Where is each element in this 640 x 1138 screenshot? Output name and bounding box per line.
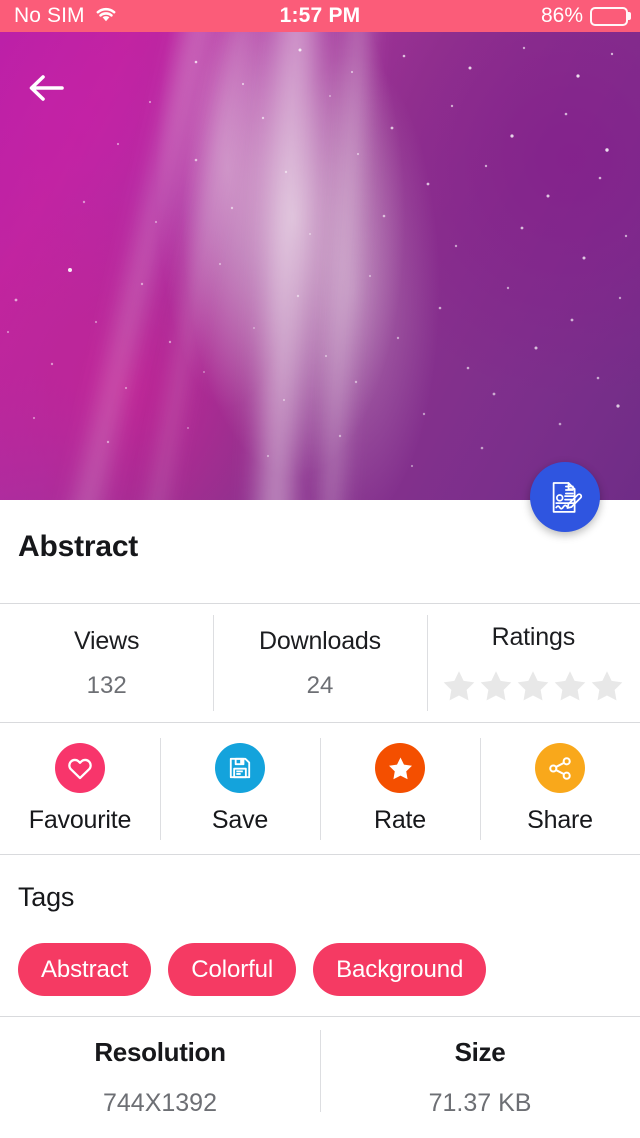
tag-chip[interactable]: Colorful bbox=[168, 943, 297, 996]
status-bar: No SIM 1:57 PM 86% bbox=[0, 0, 640, 32]
star-icon bbox=[592, 670, 623, 700]
stat-value: 132 bbox=[86, 671, 127, 699]
star-icon bbox=[555, 670, 586, 700]
stat-label: Ratings bbox=[491, 622, 576, 651]
metadata-row: Resolution 744X1392 Size 71.37 KB bbox=[0, 1018, 640, 1138]
rating-stars[interactable] bbox=[441, 668, 625, 704]
meta-resolution: Resolution 744X1392 bbox=[0, 1018, 320, 1138]
document-signature-icon bbox=[552, 482, 583, 513]
action-label: Rate bbox=[373, 806, 426, 834]
stat-label: Views bbox=[74, 626, 140, 655]
share-icon bbox=[535, 743, 585, 793]
meta-value: 71.37 KB bbox=[428, 1089, 532, 1117]
meta-size: Size 71.37 KB bbox=[320, 1018, 640, 1138]
status-bar-right: 86% bbox=[541, 4, 628, 28]
tag-chip-list: Abstract Colorful Background bbox=[18, 943, 487, 996]
wallpaper-preview-image[interactable] bbox=[0, 32, 640, 500]
stat-value: 24 bbox=[306, 671, 334, 699]
action-label: Share bbox=[527, 806, 593, 834]
stat-downloads: Downloads 24 bbox=[213, 604, 426, 722]
save-button[interactable]: Save bbox=[160, 724, 320, 854]
share-button[interactable]: Share bbox=[480, 724, 640, 854]
arrow-left-icon bbox=[29, 75, 64, 101]
tag-chip[interactable]: Background bbox=[313, 943, 487, 996]
meta-label: Resolution bbox=[94, 1037, 226, 1067]
favourite-button[interactable]: Favourite bbox=[0, 724, 160, 854]
star-specks bbox=[6, 46, 628, 478]
page-title: Abstract bbox=[18, 530, 139, 563]
battery-percent-label: 86% bbox=[540, 4, 583, 27]
action-label: Save bbox=[211, 806, 269, 834]
tags-heading: Tags bbox=[18, 882, 75, 912]
stat-views: Views 132 bbox=[0, 604, 213, 722]
meta-label: Size bbox=[454, 1037, 506, 1067]
meta-value: 744X1392 bbox=[102, 1089, 217, 1117]
battery-icon bbox=[590, 6, 628, 26]
star-icon bbox=[518, 670, 549, 700]
actions-row: Favourite Save Rate Share bbox=[0, 724, 640, 855]
wallpaper-detail-screen: No SIM 1:57 PM 86% Abstract Views 132 Do… bbox=[0, 0, 640, 1138]
stats-row: Views 132 Downloads 24 Ratings bbox=[0, 603, 640, 723]
star-icon bbox=[481, 670, 512, 700]
star-icon bbox=[375, 743, 425, 793]
floppy-disk-icon bbox=[215, 743, 265, 793]
stat-ratings: Ratings bbox=[426, 604, 640, 722]
star-icon bbox=[444, 670, 475, 700]
set-wallpaper-fab[interactable] bbox=[530, 462, 600, 532]
back-button[interactable] bbox=[18, 60, 74, 116]
stat-label: Downloads bbox=[259, 626, 381, 655]
tags-section: Tags Abstract Colorful Background bbox=[0, 855, 640, 1017]
rate-button[interactable]: Rate bbox=[320, 724, 480, 854]
heart-icon bbox=[55, 743, 105, 793]
tag-chip[interactable]: Abstract bbox=[18, 943, 152, 996]
action-label: Favourite bbox=[28, 806, 132, 834]
